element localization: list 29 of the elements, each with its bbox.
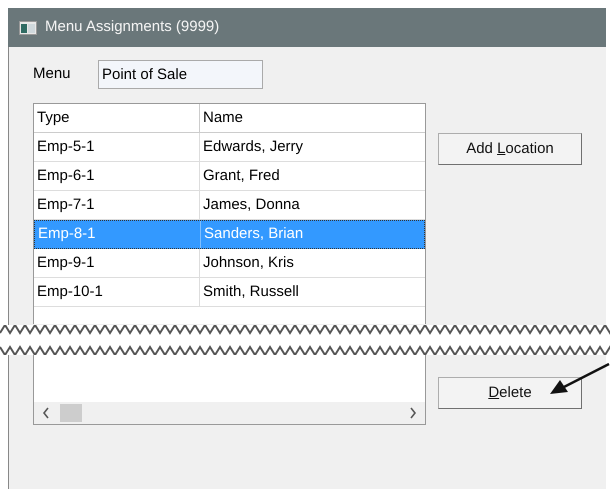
table-row[interactable]: Emp-6-1 Grant, Fred [34,162,425,191]
table-cell: Emp-9-1 [34,249,200,277]
scrollbar-thumb[interactable] [60,404,82,422]
table-cell-text: Johnson, Kris [202,252,295,273]
pointer-arrow [548,362,610,396]
table-row[interactable]: Emp-5-1 Edwards, Jerry [34,133,425,162]
table-cell-text: Grant, Fred [202,166,281,186]
scroll-left-icon[interactable] [42,407,50,419]
menu-label: Menu [33,64,72,84]
table-cell: Emp-5-1 [34,133,200,161]
push-button[interactable]: Delete [438,377,582,409]
push-button[interactable]: Add Location [438,133,582,165]
table-cell: Emp-7-1 [34,191,200,219]
table-cell: Emp-6-1 [34,162,200,190]
table-row[interactable]: Emp-9-1 Johnson, Kris [34,249,425,278]
table-cell: Emp-8-1 [35,221,201,248]
table-cell: Emp-10-1 [34,278,200,306]
column-header[interactable]: Type [34,104,200,132]
menu-field[interactable]: Point of Sale [98,60,263,89]
scroll-right-icon[interactable] [409,407,417,419]
table-row[interactable]: Emp-10-1 Smith, Russell [34,278,425,307]
horizontal-scrollbar[interactable] [34,402,425,424]
window-title: Menu Assignments (9999) [45,17,220,38]
table-cell-text: James, Donna [202,194,301,215]
table-cell-text: Smith, Russell [202,282,300,302]
column-header[interactable]: Name [200,104,425,132]
window-icon [19,20,37,34]
table-cell-text: Sanders, Brian [203,224,304,244]
table-cell-text: Edwards, Jerry [202,136,304,157]
